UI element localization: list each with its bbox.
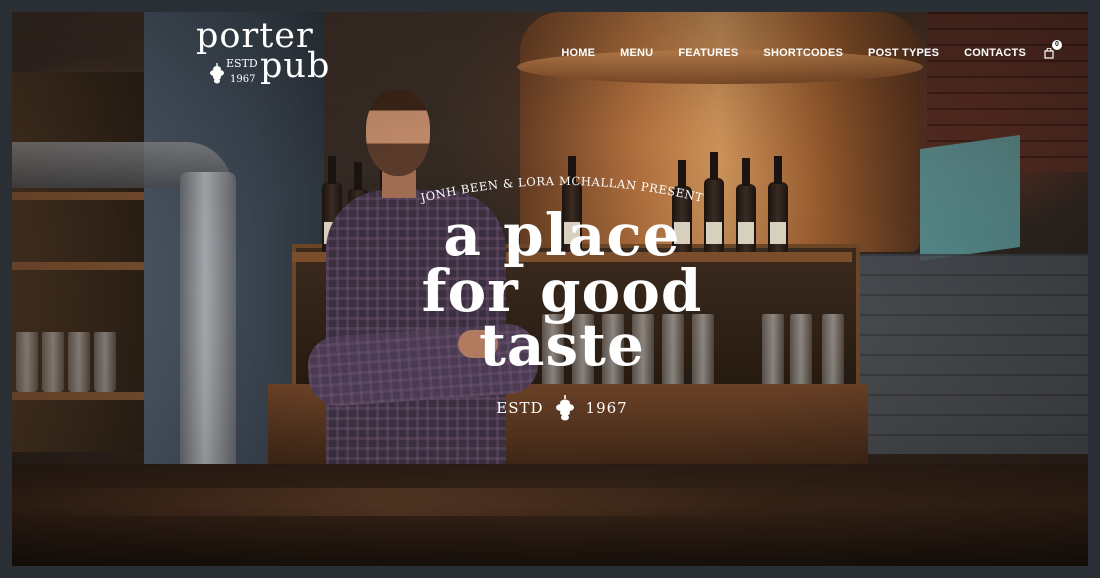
shopping-bag-icon [1044, 48, 1054, 59]
nav-item-post-types[interactable]: POST TYPES [868, 47, 939, 59]
hero-estd-year: 1967 [585, 399, 628, 417]
hero-title-line-3: taste [479, 311, 645, 379]
hero-section: porter pub ESTD 1967 HOME MENU FEATURES … [12, 12, 1088, 566]
hero-title-line-2: for good [421, 257, 703, 325]
nav-item-menu[interactable]: MENU [620, 47, 653, 59]
hero-estd-label: ESTD [496, 399, 544, 417]
nav-item-contacts[interactable]: CONTACTS [964, 47, 1026, 59]
teal-panel-decor [920, 134, 1020, 262]
main-nav: HOME MENU FEATURES SHORTCODES POST TYPES… [536, 40, 1062, 60]
brick-wall-lower-decor [842, 254, 1088, 454]
site-logo[interactable]: porter pub ESTD 1967 [196, 18, 336, 94]
logo-word-pub: pub [260, 46, 331, 86]
cart-count-badge: 0 [1052, 40, 1062, 50]
svg-text:JONH BEEN & LORA MCHALLAN PRES: JONH BEEN & LORA MCHALLAN PRESENT [418, 174, 705, 204]
hero-presenters: JONH BEEN & LORA MCHALLAN PRESENT [418, 174, 705, 204]
logo-estd: ESTD [226, 57, 258, 70]
hop-icon [210, 63, 224, 84]
bar-shine-decor [12, 488, 1088, 516]
hop-icon [555, 395, 574, 421]
logo-year: 1967 [230, 74, 256, 85]
hero-presenters-text: JONH BEEN & LORA MCHALLAN PRESENT [418, 174, 704, 204]
nav-item-shortcodes[interactable]: SHORTCODES [763, 47, 843, 59]
hero-estd: ESTD 1967 [412, 394, 712, 422]
nav-item-features[interactable]: FEATURES [678, 47, 738, 59]
hero-title-line-1: a place [443, 201, 681, 269]
beer-tap-decor [12, 142, 262, 502]
cart-button[interactable]: 0 [1044, 40, 1062, 60]
nav-item-home[interactable]: HOME [561, 47, 595, 59]
